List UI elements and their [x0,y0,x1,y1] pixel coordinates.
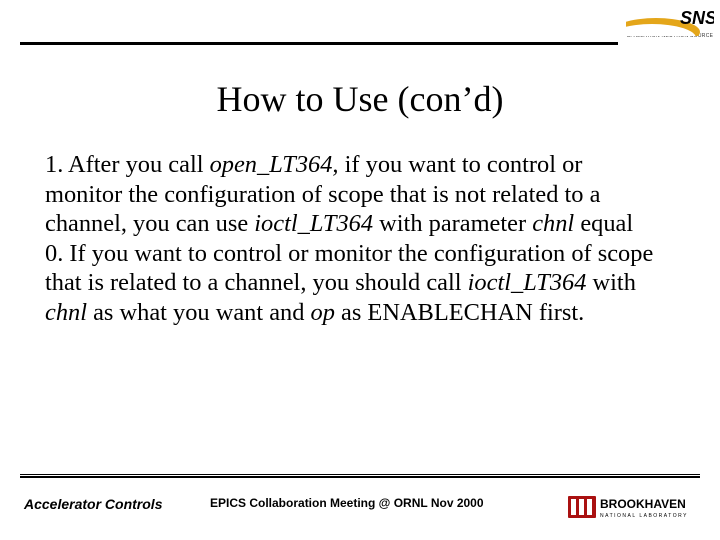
slide-title: How to Use (con’d) [0,78,720,120]
svg-text:BROOKHAVEN: BROOKHAVEN [600,497,686,511]
text-run: as what you want and [87,299,311,326]
var-ref: chnl [45,299,87,326]
code-ref: ioctl_LT364 [468,269,587,296]
text-run: with [586,269,635,296]
body-paragraph: 1. After you call open_LT364, if you wan… [45,150,657,327]
svg-text:NATIONAL LABORATORY: NATIONAL LABORATORY [600,513,688,519]
top-rule [20,42,618,45]
footer-rule [20,474,700,478]
code-ref: ioctl_LT364 [254,210,373,237]
sns-logo: SNS SPALLATION NEUTRON SOURCE [626,2,714,39]
footer-center-text: EPICS Collaboration Meeting @ ORNL Nov 2… [210,496,484,510]
svg-text:SNS: SNS [680,8,714,28]
code-ref: open_LT364, [210,151,339,178]
var-ref: chnl [532,210,574,237]
sns-swoosh-icon: SNS [626,2,714,36]
var-ref: op [311,299,335,326]
text-run: with parameter [373,210,532,237]
brookhaven-logo: BROOKHAVEN NATIONAL LABORATORY [568,492,708,524]
footer-left-text: Accelerator Controls [24,496,162,512]
text-run: 1. After you call [45,151,210,178]
text-run: as ENABLECHAN first. [335,299,584,326]
